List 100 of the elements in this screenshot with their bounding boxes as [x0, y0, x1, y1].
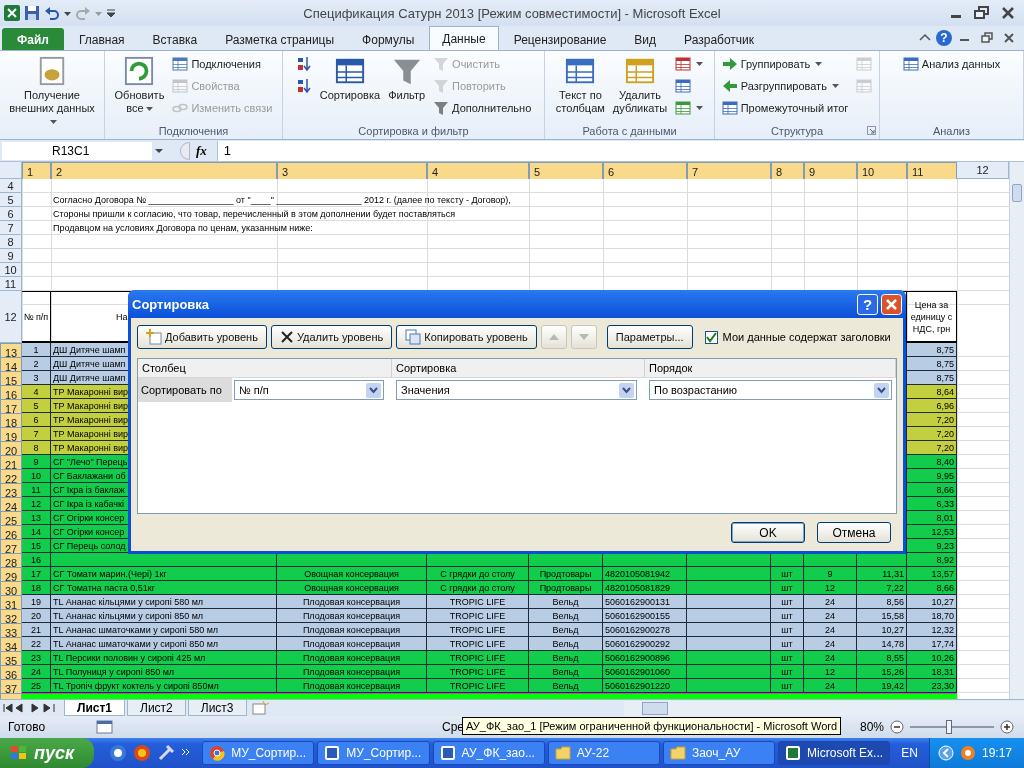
- taskbar-button[interactable]: АУ-22: [547, 741, 660, 765]
- ribbon-tab[interactable]: Главная: [65, 28, 138, 50]
- row-header[interactable]: 26: [0, 525, 22, 539]
- row-header[interactable]: 8: [0, 235, 22, 249]
- taskbar-button[interactable]: Microsoft Ex...: [778, 741, 891, 765]
- ribbon-tab[interactable]: Рецензирование: [500, 28, 620, 50]
- row-header[interactable]: 34: [0, 637, 22, 651]
- taskbar-button[interactable]: АУ_ФК_зао...: [432, 741, 545, 765]
- ribbon-button[interactable]: Разгруппировать: [719, 76, 851, 96]
- row-header[interactable]: 19: [0, 427, 22, 441]
- dialog-button[interactable]: Отмена: [817, 522, 891, 543]
- taskbar-button[interactable]: МУ_Сортир...: [317, 741, 430, 765]
- headers-checkbox[interactable]: Мои данные содержат заголовки: [704, 330, 891, 344]
- zoom-slider[interactable]: [910, 720, 994, 734]
- ribbon-tab[interactable]: Вид: [621, 28, 670, 50]
- save-icon[interactable]: [24, 5, 40, 21]
- row-header[interactable]: 22: [0, 469, 22, 483]
- ribbon-button[interactable]: Получение внешних данных: [4, 54, 100, 130]
- ribbon-icon-button[interactable]: [673, 98, 706, 118]
- zoom-level[interactable]: 80%: [859, 720, 884, 734]
- column-header[interactable]: 1: [22, 162, 51, 179]
- row-header[interactable]: 23: [0, 483, 22, 497]
- slider-thumb[interactable]: [946, 720, 953, 734]
- ribbon-button[interactable]: Удалить дубликаты: [610, 54, 670, 117]
- close-button[interactable]: [881, 293, 902, 315]
- row-header[interactable]: 37: [0, 679, 22, 693]
- row-header[interactable]: 15: [0, 371, 22, 385]
- ribbon-tab[interactable]: Разработчик: [671, 28, 768, 50]
- column-header[interactable]: 9: [804, 162, 857, 179]
- row-header[interactable]: 10: [0, 263, 22, 277]
- app-tray-icon[interactable]: [959, 745, 976, 761]
- sheet-tab[interactable]: Лист3: [187, 700, 247, 716]
- dialog-button[interactable]: Параметры...: [606, 325, 693, 349]
- dropdown-field[interactable]: По возрастанию: [649, 380, 892, 400]
- row-header[interactable]: 5: [0, 193, 22, 207]
- row-header[interactable]: 24: [0, 497, 22, 511]
- ribbon-button[interactable]: Фильтр: [386, 54, 428, 104]
- column-header[interactable]: 2: [51, 162, 277, 179]
- column-header[interactable]: 8: [771, 162, 804, 179]
- ribbon-tab[interactable]: Вставка: [139, 28, 211, 50]
- row-header[interactable]: 32: [0, 609, 22, 623]
- column-header[interactable]: 3: [277, 162, 427, 179]
- column-header[interactable]: 5: [529, 162, 603, 179]
- ribbon-button[interactable]: Группировать: [719, 54, 851, 74]
- ribbon-tab[interactable]: Данные: [429, 26, 499, 50]
- sheet-tab[interactable]: Лист1: [64, 700, 126, 716]
- row-header[interactable]: 36: [0, 665, 22, 679]
- row-header[interactable]: 18: [0, 413, 22, 427]
- ribbon-icon-button[interactable]: [673, 54, 706, 74]
- row-header[interactable]: 20: [0, 441, 22, 455]
- start-button[interactable]: пуск: [0, 738, 95, 768]
- dialog-button[interactable]: Копировать уровень: [396, 325, 537, 349]
- ribbon-button[interactable]: Промежуточный итог: [719, 98, 851, 118]
- dialog-button[interactable]: Удалить уровень: [270, 325, 393, 349]
- column-header[interactable]: 7: [687, 162, 771, 179]
- help-button[interactable]: ?: [857, 293, 878, 315]
- ribbon-button[interactable]: Дополнительно: [431, 98, 534, 118]
- row-header[interactable]: 13: [0, 343, 22, 357]
- row-header[interactable]: 17: [0, 399, 22, 413]
- row-header[interactable]: 14: [0, 357, 22, 371]
- tools-icon[interactable]: [157, 744, 176, 762]
- dropdown-field[interactable]: Значения: [396, 380, 637, 400]
- row-header[interactable]: 28: [0, 553, 22, 567]
- help-button[interactable]: ?: [936, 30, 952, 46]
- row-header[interactable]: 27: [0, 539, 22, 553]
- horizontal-scrollbar[interactable]: [624, 700, 1024, 716]
- row-header[interactable]: 11: [0, 277, 22, 291]
- ribbon-tab[interactable]: Файл: [2, 28, 64, 50]
- column-header[interactable]: 12: [957, 162, 1009, 179]
- sheet-tab[interactable]: Лист2: [127, 700, 186, 716]
- ribbon-button[interactable]: Текст по столбцам: [553, 54, 607, 117]
- row-header[interactable]: 7: [0, 221, 22, 235]
- ribbon-tab[interactable]: Формулы: [349, 28, 428, 50]
- ribbon-button[interactable]: Сортировка: [317, 54, 383, 104]
- insert-function-button[interactable]: fx: [190, 142, 217, 159]
- macro-record-icon[interactable]: [96, 720, 114, 734]
- ribbon-button[interactable]: Подключения: [170, 54, 275, 74]
- row-header[interactable]: 12: [0, 291, 22, 343]
- row-header[interactable]: 16: [0, 385, 22, 399]
- ribbon-tab[interactable]: Разметка страницы: [212, 28, 348, 50]
- undo-icon[interactable]: [44, 5, 60, 21]
- row-header[interactable]: 6: [0, 207, 22, 221]
- column-header[interactable]: 10: [857, 162, 907, 179]
- dialog-launcher-icon[interactable]: [867, 126, 876, 135]
- ribbon-button[interactable]: Обновить все: [112, 54, 167, 117]
- dialog-button[interactable]: OK: [731, 522, 805, 543]
- row-header[interactable]: 31: [0, 595, 22, 609]
- ribbon-button[interactable]: Анализ данных: [900, 54, 1003, 74]
- column-header[interactable]: 4: [427, 162, 529, 179]
- taskbar-button[interactable]: МУ_Сортир...: [202, 741, 315, 765]
- row-header[interactable]: 21: [0, 455, 22, 469]
- name-box[interactable]: R13C1: [2, 141, 152, 160]
- formula-field[interactable]: 1: [216, 140, 1024, 161]
- level-label[interactable]: Сортировать по: [138, 378, 232, 402]
- zoom-out-icon[interactable]: [890, 720, 904, 734]
- zoom-in-icon[interactable]: [1000, 720, 1014, 734]
- row-header[interactable]: 30: [0, 581, 22, 595]
- row-header[interactable]: 33: [0, 623, 22, 637]
- column-header[interactable]: 11: [907, 162, 957, 179]
- language-indicator[interactable]: EN: [893, 746, 926, 760]
